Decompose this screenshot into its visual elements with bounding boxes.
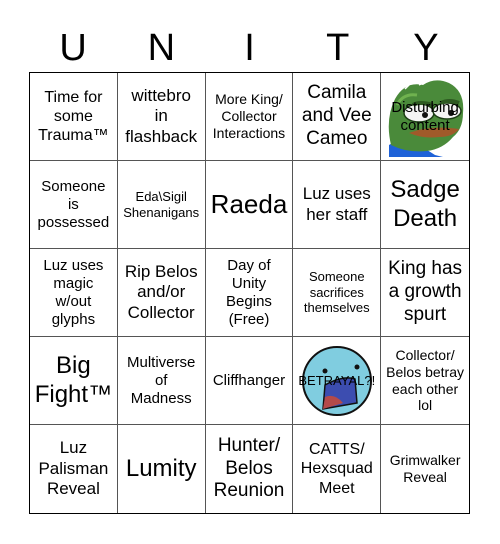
cell-text: Big Fight™ [34, 351, 113, 408]
bingo-cell[interactable]: Time for some Trauma™ [30, 73, 118, 161]
cell-text: Luz uses her staff [302, 184, 371, 224]
cell-text: wittebro in flashback [125, 85, 198, 146]
bingo-header: U N I T Y [29, 24, 470, 72]
cell-text: Luz Palisman Reveal [38, 438, 109, 499]
header-letter: T [326, 27, 350, 69]
bingo-board: Time for some Trauma™ wittebro in flashb… [29, 72, 470, 514]
cell-text: Camila and Vee Cameo [301, 82, 372, 149]
cell-text: Collector/ Belos betray each other lol [386, 346, 464, 414]
cell-text: Luz uses magic w/out glyphs [43, 256, 104, 328]
bingo-cell[interactable]: Eda\Sigil Shenanigans [117, 161, 206, 249]
bingo-cell[interactable]: BETRAYAL?! [293, 337, 382, 425]
bingo-cell[interactable]: Raeda [205, 161, 294, 249]
cell-text: Cliffhanger [212, 371, 286, 389]
bingo-cell[interactable]: Luz uses her staff [293, 161, 382, 249]
cell-text: Someone sacrifices themselves [303, 269, 370, 316]
cell-text: Eda\Sigil Shenanigans [123, 188, 200, 220]
bingo-cell[interactable]: Someone is possessed [30, 161, 118, 249]
header-letter: N [147, 27, 176, 69]
cell-text: Disturbing content [391, 98, 459, 134]
header-letter: Y [413, 27, 439, 69]
bingo-cell[interactable]: King has a growth spurt [381, 249, 469, 337]
bingo-cell[interactable]: Luz uses magic w/out glyphs [30, 249, 118, 337]
bingo-cell[interactable]: Sadge Death [381, 161, 469, 249]
cell-text: Raeda [210, 188, 288, 219]
header-letter: U [59, 27, 87, 69]
bingo-cell[interactable]: CATTS/ Hexsquad Meet [293, 425, 382, 513]
cell-text: Multiverse of Madness [127, 353, 196, 407]
bingo-cell[interactable]: Someone sacrifices themselves [293, 249, 382, 337]
cell-text: Someone is possessed [37, 177, 110, 231]
bingo-cell[interactable]: Luz Palisman Reveal [30, 425, 118, 513]
cell-text: Day of Unity Begins (Free) [226, 256, 272, 328]
bingo-cell[interactable]: Big Fight™ [30, 337, 118, 425]
bingo-cell[interactable]: Rip Belos and/or Collector [117, 249, 206, 337]
cell-text: CATTS/ Hexsquad Meet [300, 441, 373, 497]
bingo-cell[interactable]: More King/ Collector Interactions [205, 73, 294, 161]
cell-text: BETRAYAL?! [298, 372, 376, 388]
cell-text: More King/ Collector Interactions [212, 91, 286, 141]
cell-text: Hunter/ Belos Reunion [213, 434, 285, 502]
header-letter: I [244, 27, 255, 69]
cell-text: Sadge Death [390, 175, 460, 232]
bingo-cell[interactable]: Day of Unity Begins (Free) [205, 249, 294, 337]
cell-text: Lumity [125, 454, 197, 482]
bingo-cell[interactable]: Lumity [118, 425, 206, 513]
bingo-cell[interactable]: Grimwalker Reveal [381, 425, 469, 513]
bingo-cell[interactable]: Cliffhanger [205, 337, 294, 425]
cell-text: King has a growth spurt [388, 258, 463, 325]
bingo-cell[interactable]: wittebro in flashback [117, 73, 206, 161]
cell-text: Grimwalker Reveal [389, 452, 461, 485]
cell-text: Time for some Trauma™ [38, 88, 109, 145]
bingo-cell[interactable]: Multiverse of Madness [117, 337, 206, 425]
bingo-cell[interactable]: Disturbing content [381, 73, 469, 161]
bingo-cell[interactable]: Hunter/ Belos Reunion [206, 425, 294, 513]
bingo-cell[interactable]: Camila and Vee Cameo [293, 73, 382, 161]
bingo-cell[interactable]: Collector/ Belos betray each other lol [381, 337, 469, 425]
cell-text: Rip Belos and/or Collector [124, 261, 198, 322]
